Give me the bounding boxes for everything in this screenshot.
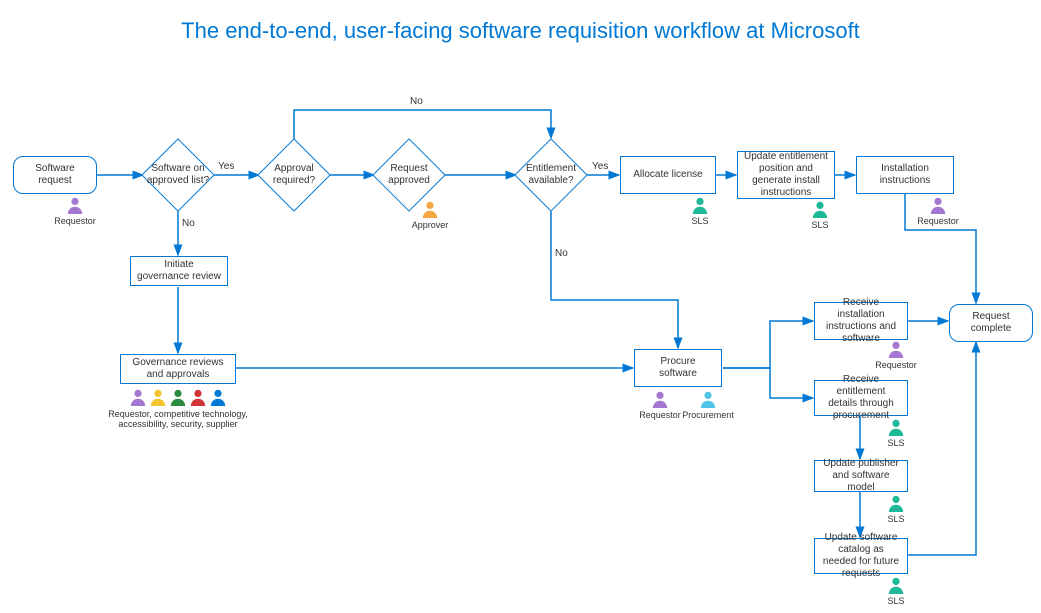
label-no-2: No xyxy=(410,96,423,107)
node-installation-instructions: Installation instructions xyxy=(856,156,954,194)
node-update-publisher: Update publisher and software model xyxy=(814,460,908,492)
node-approved-list: Software on approved list? xyxy=(152,149,204,201)
actor-label-requestor-2: Requestor xyxy=(888,216,988,226)
node-request-complete: Request complete xyxy=(949,304,1033,342)
actor-gov-1 xyxy=(129,388,147,411)
actor-label-sls-1: SLS xyxy=(650,216,750,226)
node-request-approved: Request approved xyxy=(383,149,435,201)
label-no-3: No xyxy=(555,248,568,259)
actor-label-sls-5: SLS xyxy=(846,596,946,606)
actor-label-approver: Approver xyxy=(380,220,480,230)
node-entitlement-available: Entitlement available? xyxy=(525,149,577,201)
actor-gov-4 xyxy=(189,388,207,411)
label-yes-2: Yes xyxy=(592,161,608,172)
label-yes-1: Yes xyxy=(218,161,234,172)
node-procure-software: Procure software xyxy=(634,349,722,387)
label-no-1: No xyxy=(182,218,195,229)
actor-label-governance: Requestor, competitive technology, acces… xyxy=(103,409,253,429)
node-allocate-license: Allocate license xyxy=(620,156,716,194)
actor-label-sls-3: SLS xyxy=(846,438,946,448)
node-update-entitlement: Update entitlement position and generate… xyxy=(737,151,835,199)
diagram-title: The end-to-end, user-facing software req… xyxy=(0,18,1041,44)
node-software-request: Software request xyxy=(13,156,97,194)
node-update-catalog: Update software catalog as needed for fu… xyxy=(814,538,908,574)
actor-label-sls-2: SLS xyxy=(770,220,870,230)
actor-label-requestor-4: Requestor xyxy=(846,360,946,370)
node-governance-reviews: Governance reviews and approvals xyxy=(120,354,236,384)
actor-label-procurement: Procurement xyxy=(658,410,758,420)
actor-gov-3 xyxy=(169,388,187,411)
actor-gov-5 xyxy=(209,388,227,411)
node-receive-entitlement: Receive entitlement details through proc… xyxy=(814,380,908,416)
actor-gov-2 xyxy=(149,388,167,411)
node-approval-required: Approval required? xyxy=(268,149,320,201)
actor-label-sls-4: SLS xyxy=(846,514,946,524)
node-receive-install: Receive installation instructions and so… xyxy=(814,302,908,340)
flowchart-canvas: The end-to-end, user-facing software req… xyxy=(0,0,1041,613)
actor-label-requestor-1: Requestor xyxy=(25,216,125,226)
node-initiate-governance: Initiate governance review xyxy=(130,256,228,286)
